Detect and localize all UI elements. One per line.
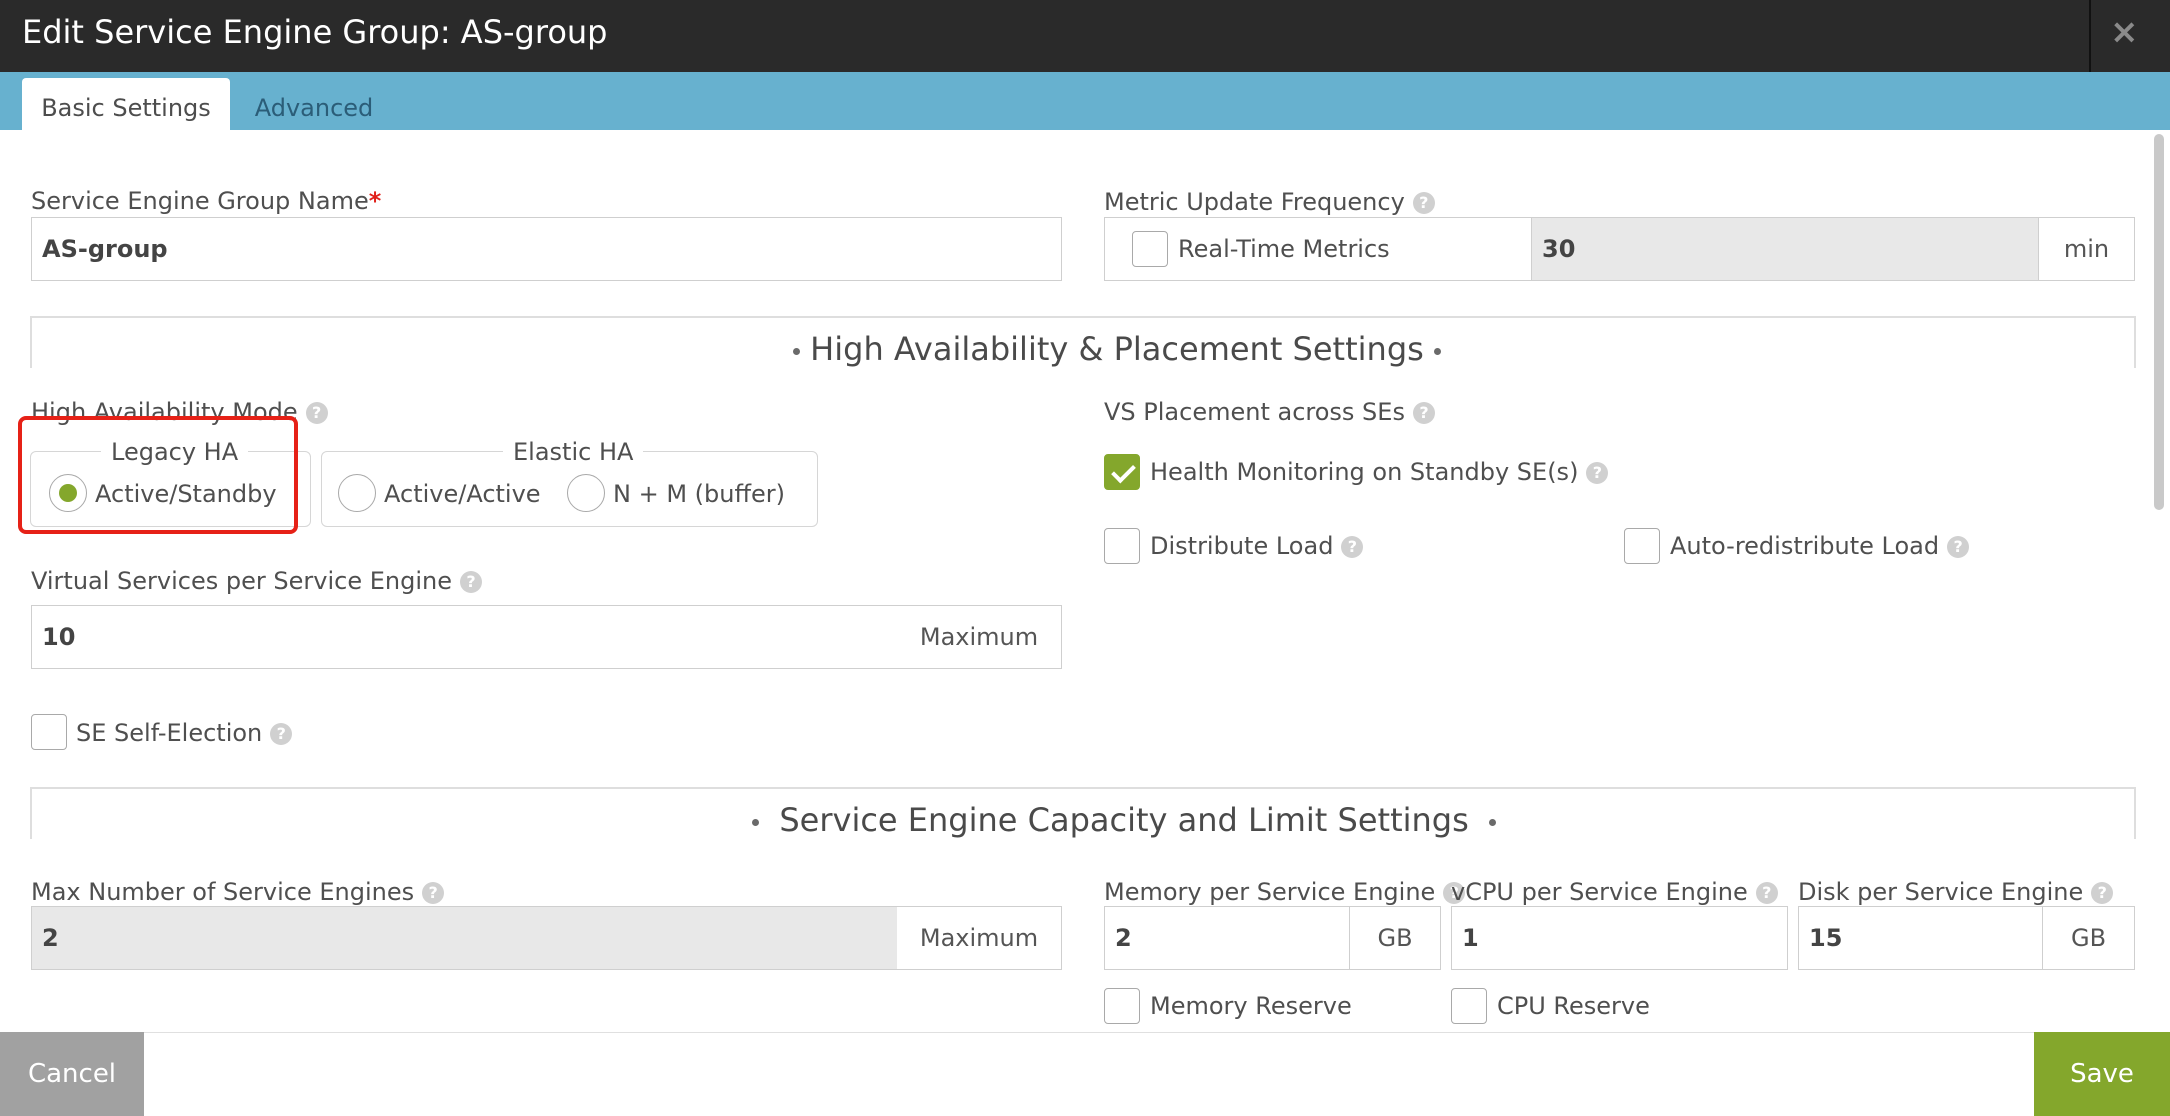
auto-redistribute-label-text: Auto-redistribute Load xyxy=(1670,532,1940,560)
distribute-load-checkbox[interactable] xyxy=(1104,528,1140,564)
modal-title: Edit Service Engine Group: AS-group xyxy=(22,13,608,51)
help-icon[interactable]: ? xyxy=(1947,536,1970,558)
radio-n-plus-m[interactable] xyxy=(567,474,605,512)
help-icon[interactable]: ? xyxy=(2091,882,2114,904)
se-self-election-label-text: SE Self-Election xyxy=(76,719,263,747)
section-divider xyxy=(30,787,2136,789)
close-icon[interactable]: × xyxy=(2110,12,2139,52)
header-divider xyxy=(2089,0,2091,72)
auto-redistribute-checkbox[interactable] xyxy=(1624,528,1660,564)
metric-frequency-input[interactable]: 30 xyxy=(1531,217,2039,281)
required-mark: * xyxy=(368,187,382,215)
health-monitoring-label-text: Health Monitoring on Standby SE(s) xyxy=(1150,458,1579,486)
health-monitoring-label: Health Monitoring on Standby SE(s)? xyxy=(1150,457,1609,487)
group-name-input[interactable]: AS-group xyxy=(31,217,1062,281)
realtime-metrics-checkbox[interactable] xyxy=(1132,231,1168,267)
cpu-reserve-checkbox[interactable] xyxy=(1451,988,1487,1024)
scrollbar-thumb[interactable] xyxy=(2154,134,2164,510)
max-se-input[interactable]: 2 xyxy=(31,906,898,970)
se-self-election-checkbox[interactable] xyxy=(31,714,67,750)
section-divider-right xyxy=(2134,787,2136,839)
help-icon[interactable]: ? xyxy=(1412,402,1435,424)
help-icon[interactable]: ? xyxy=(1341,536,1364,558)
memory-label: Memory per Service Engine? xyxy=(1104,877,1466,907)
vs-placement-label-text: VS Placement across SEs xyxy=(1104,398,1405,426)
save-button[interactable]: Save xyxy=(2034,1032,2170,1116)
max-se-addon: Maximum xyxy=(897,906,1062,970)
section-divider-left xyxy=(30,787,32,839)
metric-update-label-text: Metric Update Frequency xyxy=(1104,188,1405,216)
distribute-load-label: Distribute Load? xyxy=(1150,531,1364,561)
section-divider-left xyxy=(30,316,32,368)
bullet-dot xyxy=(752,818,759,826)
bullet-dot xyxy=(793,347,800,355)
vcpu-label-text: vCPU per Service Engine xyxy=(1451,878,1748,906)
vs-per-se-label: Virtual Services per Service Engine? xyxy=(31,566,482,596)
help-icon[interactable]: ? xyxy=(459,571,482,593)
health-monitoring-checkbox[interactable] xyxy=(1104,454,1140,490)
cancel-button[interactable]: Cancel xyxy=(0,1032,144,1116)
max-se-label-text: Max Number of Service Engines xyxy=(31,878,415,906)
ha-section-title-text: High Availability & Placement Settings xyxy=(810,330,1424,368)
active-active-label: Active/Active xyxy=(384,480,541,508)
vs-per-se-input[interactable]: 10 xyxy=(31,605,898,669)
bullet-dot xyxy=(1433,347,1441,355)
n-plus-m-label: N + M (buffer) xyxy=(613,480,785,508)
vcpu-input[interactable]: 1 xyxy=(1451,906,1788,970)
section-divider xyxy=(30,316,2136,318)
section-divider-right xyxy=(2134,316,2136,368)
memory-input[interactable]: 2 xyxy=(1104,906,1350,970)
realtime-metrics-label: Real-Time Metrics xyxy=(1178,235,1390,263)
max-se-label: Max Number of Service Engines? xyxy=(31,877,445,907)
disk-input[interactable]: 15 xyxy=(1798,906,2043,970)
tab-advanced[interactable]: Advanced xyxy=(232,78,396,130)
memory-unit-addon: GB xyxy=(1350,906,1441,970)
vs-per-se-addon: Maximum xyxy=(897,605,1062,669)
metric-update-label: Metric Update Frequency? xyxy=(1104,187,1435,217)
auto-redistribute-label: Auto-redistribute Load? xyxy=(1670,531,1970,561)
disk-label: Disk per Service Engine? xyxy=(1798,877,2114,907)
highlight-box xyxy=(18,416,298,534)
memory-label-text: Memory per Service Engine xyxy=(1104,878,1436,906)
capacity-section-title: Service Engine Capacity and Limit Settin… xyxy=(752,800,1497,840)
help-icon[interactable]: ? xyxy=(305,402,328,424)
help-icon[interactable]: ? xyxy=(1755,882,1778,904)
vcpu-label: vCPU per Service Engine? xyxy=(1451,877,1778,907)
vs-per-se-label-text: Virtual Services per Service Engine xyxy=(31,567,452,595)
ha-section-title: High Availability & Placement Settings xyxy=(793,329,1441,369)
help-icon[interactable]: ? xyxy=(422,882,445,904)
se-self-election-label: SE Self-Election? xyxy=(76,718,293,748)
modal-footer xyxy=(0,1032,2170,1116)
memory-reserve-checkbox[interactable] xyxy=(1104,988,1140,1024)
help-icon[interactable]: ? xyxy=(1586,462,1609,484)
metric-unit-addon: min xyxy=(2039,217,2135,281)
group-name-label-text: Service Engine Group Name xyxy=(31,187,369,215)
help-icon[interactable]: ? xyxy=(270,723,293,745)
disk-unit-addon: GB xyxy=(2043,906,2135,970)
tab-basic-settings[interactable]: Basic Settings xyxy=(22,78,230,130)
distribute-load-label-text: Distribute Load xyxy=(1150,532,1334,560)
radio-active-active[interactable] xyxy=(338,474,376,512)
disk-label-text: Disk per Service Engine xyxy=(1798,878,2084,906)
bullet-dot xyxy=(1489,818,1497,826)
capacity-section-title-text: Service Engine Capacity and Limit Settin… xyxy=(779,801,1469,839)
vs-placement-label: VS Placement across SEs? xyxy=(1104,397,1435,427)
memory-reserve-label: Memory Reserve xyxy=(1150,992,1352,1020)
elastic-ha-legend: Elastic HA xyxy=(503,437,644,467)
group-name-label: Service Engine Group Name* xyxy=(31,186,381,216)
cpu-reserve-label: CPU Reserve xyxy=(1497,992,1650,1020)
help-icon[interactable]: ? xyxy=(1412,192,1435,214)
